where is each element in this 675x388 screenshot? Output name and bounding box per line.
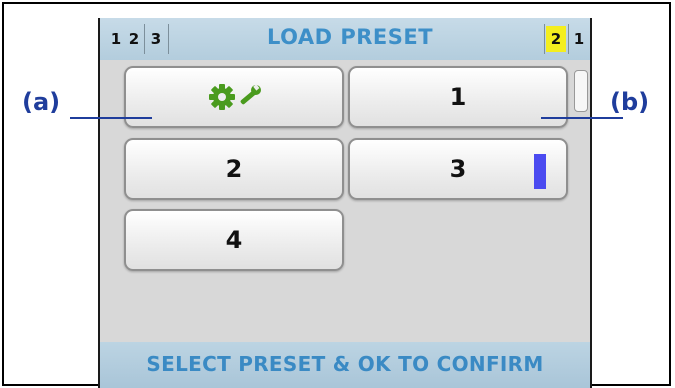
preset-4-label: 4 bbox=[225, 226, 243, 254]
preset-2-label: 2 bbox=[225, 155, 243, 183]
preset-2-button[interactable]: 2 bbox=[124, 138, 344, 200]
screen-footer: SELECT PRESET & OK TO CONFIRM bbox=[100, 342, 590, 388]
channel-number-2-active[interactable]: 2 bbox=[546, 26, 566, 52]
preset-3-button[interactable]: 3 bbox=[348, 138, 568, 200]
channel-number-1[interactable]: 1 bbox=[571, 26, 587, 52]
screen-header: 1 2 3 LOAD PRESET 2 1 bbox=[100, 18, 590, 60]
scrollbar-thumb[interactable] bbox=[574, 70, 588, 112]
annotation-b-pointer bbox=[541, 117, 623, 119]
level-indicator-bar bbox=[534, 154, 546, 189]
header-divider bbox=[568, 24, 569, 54]
page-number-1[interactable]: 1 bbox=[108, 26, 124, 52]
preset-4-button[interactable]: 4 bbox=[124, 209, 344, 271]
preset-1-label: 1 bbox=[449, 83, 467, 111]
settings-icon bbox=[209, 84, 261, 110]
device-screen: 1 2 3 LOAD PRESET 2 1 1 2 3 4 SELECT PRE… bbox=[98, 18, 592, 388]
header-divider bbox=[144, 24, 145, 54]
annotation-b-label: (b) bbox=[610, 88, 650, 116]
screen-title: LOAD PRESET bbox=[266, 25, 434, 49]
annotation-a-label: (a) bbox=[22, 88, 61, 116]
preset-settings-label bbox=[126, 68, 342, 126]
annotation-a-pointer bbox=[70, 117, 152, 119]
confirm-instruction: SELECT PRESET & OK TO CONFIRM bbox=[146, 352, 544, 376]
header-divider bbox=[544, 24, 545, 54]
header-divider bbox=[168, 24, 169, 54]
page-number-3[interactable]: 3 bbox=[148, 26, 164, 52]
page-number-2[interactable]: 2 bbox=[126, 26, 142, 52]
preset-settings-button[interactable] bbox=[124, 66, 344, 128]
preset-1-button[interactable]: 1 bbox=[348, 66, 568, 128]
